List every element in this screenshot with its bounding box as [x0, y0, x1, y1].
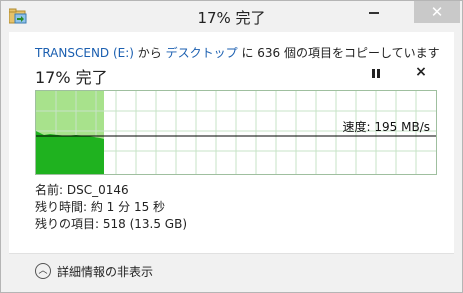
- file-name-label: 名前:: [35, 183, 67, 197]
- minimize-icon: [369, 12, 379, 14]
- time-remaining-label: 残り時間:: [35, 200, 91, 214]
- fewer-details-label: 詳細情報の非表示: [57, 264, 154, 279]
- window-title: 17% 完了: [197, 9, 266, 27]
- close-button[interactable]: ✕: [414, 1, 460, 23]
- title-bar[interactable]: 17% 完了 ✕: [1, 1, 462, 32]
- file-name-row: 名前: DSC_0146: [35, 182, 187, 199]
- speed-graph: 速度: 195 MB/s: [35, 90, 437, 175]
- pause-icon-bar: [377, 69, 380, 78]
- from-text: から: [133, 46, 166, 60]
- fewer-details-toggle[interactable]: ︿ 詳細情報の非表示: [35, 261, 153, 281]
- items-remaining-label: 残りの項目:: [35, 217, 103, 231]
- cancel-icon: ×: [415, 64, 427, 80]
- items-remaining-value: 518 (13.5 GB): [102, 217, 188, 231]
- file-name-value: DSC_0146: [66, 183, 129, 197]
- time-remaining-row: 残り時間: 約 1 分 15 秒: [35, 199, 187, 216]
- to-text: に 636 個の項目をコピーしています: [237, 46, 440, 60]
- chevron-up-icon: ︿: [35, 263, 51, 279]
- minimize-button[interactable]: [359, 1, 389, 23]
- close-icon: ✕: [430, 3, 444, 21]
- source-link[interactable]: TRANSCEND (E:): [35, 46, 134, 60]
- copy-description: TRANSCEND (E:) から デスクトップ に 636 個の項目をコピーし…: [35, 44, 440, 61]
- items-remaining-row: 残りの項目: 518 (13.5 GB): [35, 216, 187, 233]
- speed-history-fill: [36, 131, 104, 174]
- copy-details: 名前: DSC_0146 残り時間: 約 1 分 15 秒 残りの項目: 518…: [35, 182, 187, 233]
- pause-button[interactable]: [369, 68, 381, 80]
- main-panel: TRANSCEND (E:) から デスクトップ に 636 個の項目をコピーし…: [9, 32, 454, 253]
- speed-label: 速度: 195 MB/s: [342, 120, 430, 134]
- pause-icon: [372, 69, 375, 78]
- time-remaining-value: 約 1 分 15 秒: [90, 200, 166, 214]
- progress-title: 17% 完了: [35, 68, 108, 87]
- copy-progress-window: 17% 完了 ✕ TRANSCEND (E:) から デスクトップ に 636 …: [0, 0, 463, 293]
- destination-link[interactable]: デスクトップ: [166, 46, 238, 60]
- footer: ︿ 詳細情報の非表示: [9, 253, 454, 289]
- cancel-button[interactable]: ×: [414, 64, 428, 80]
